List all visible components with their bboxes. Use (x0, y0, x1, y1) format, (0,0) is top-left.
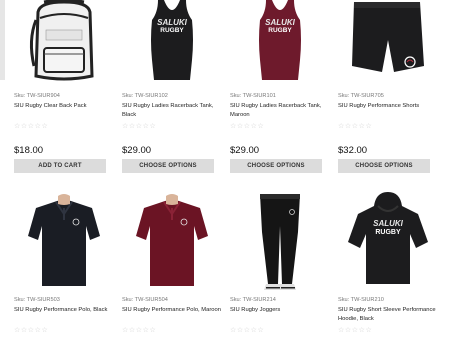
print-bottom: RUGBY (160, 27, 184, 34)
black-hoodie-image (348, 192, 428, 284)
product-image[interactable]: SALUKI RUGBY (122, 0, 222, 84)
product-sku: Sku: TW-SIUR504 (122, 297, 168, 303)
black-joggers-image (260, 194, 300, 290)
product-name[interactable]: SIU Rugby Performance Polo, Maroon (122, 306, 222, 315)
black-tank-image (151, 0, 193, 80)
print-top: SALUKI (157, 18, 187, 27)
product-sku: Sku: TW-SIUR705 (338, 93, 384, 99)
product-image[interactable] (14, 0, 114, 84)
product-image[interactable] (14, 192, 114, 288)
rating-stars: ☆☆☆☆☆ (338, 123, 373, 130)
product-name[interactable]: SIU Rugby Ladies Racerback Tank, Black (122, 102, 222, 120)
product-price: $32.00 (338, 145, 368, 156)
black-polo-image (28, 194, 100, 286)
product-grid: Sku: TW-SIUR904 SIU Rugby Clear Back Pac… (0, 0, 454, 341)
product-sku: Sku: TW-SIUR210 (338, 297, 384, 303)
product-image[interactable] (230, 192, 330, 292)
product-name[interactable]: SIU Rugby Ladies Racerback Tank, Maroon (230, 102, 330, 120)
rating-stars: ☆☆☆☆☆ (122, 123, 157, 130)
product-price: $29.00 (230, 145, 260, 156)
product-image[interactable] (338, 0, 438, 84)
choose-options-button[interactable]: CHOOSE OPTIONS (230, 159, 322, 173)
product-name[interactable]: SIU Rugby Performance Polo, Black (14, 306, 114, 315)
product-sku: Sku: TW-SIUR904 (14, 93, 60, 99)
product-sku: Sku: TW-SIUR101 (230, 93, 276, 99)
product-name[interactable]: SIU Rugby Clear Back Pack (14, 102, 114, 111)
product-image[interactable] (122, 192, 222, 288)
print-bottom: RUGBY (268, 27, 292, 34)
rating-stars: ☆☆☆☆☆ (230, 327, 265, 334)
black-shorts-image (352, 2, 424, 72)
product-image[interactable]: SALUKI RUGBY (338, 192, 438, 288)
add-to-cart-button[interactable]: ADD TO CART (14, 159, 106, 173)
rating-stars: ☆☆☆☆☆ (14, 327, 49, 334)
product-name[interactable]: SIU Rugby Joggers (230, 306, 330, 315)
rating-stars: ☆☆☆☆☆ (122, 327, 157, 334)
product-sku: Sku: TW-SIUR102 (122, 93, 168, 99)
maroon-polo-image (136, 194, 208, 286)
rating-stars: ☆☆☆☆☆ (230, 123, 265, 130)
product-price: $29.00 (122, 145, 152, 156)
product-sku: Sku: TW-SIUR503 (14, 297, 60, 303)
choose-options-button[interactable]: CHOOSE OPTIONS (122, 159, 214, 173)
product-price: $18.00 (14, 145, 44, 156)
rating-stars: ☆☆☆☆☆ (14, 123, 49, 130)
print-bottom: RUGBY (375, 229, 401, 236)
print-top: SALUKI (373, 219, 403, 228)
clear-backpack-image (29, 0, 94, 81)
print-top: SALUKI (265, 18, 295, 27)
product-image[interactable]: SALUKI RUGBY (230, 0, 330, 84)
product-name[interactable]: SIU Rugby Short Sleeve Performance Hoodi… (338, 306, 438, 324)
maroon-tank-image (259, 0, 301, 80)
product-name[interactable]: SIU Rugby Performance Shorts (338, 102, 438, 111)
choose-options-button[interactable]: CHOOSE OPTIONS (338, 159, 430, 173)
product-sku: Sku: TW-SIUR214 (230, 297, 276, 303)
rating-stars: ☆☆☆☆☆ (338, 327, 373, 334)
